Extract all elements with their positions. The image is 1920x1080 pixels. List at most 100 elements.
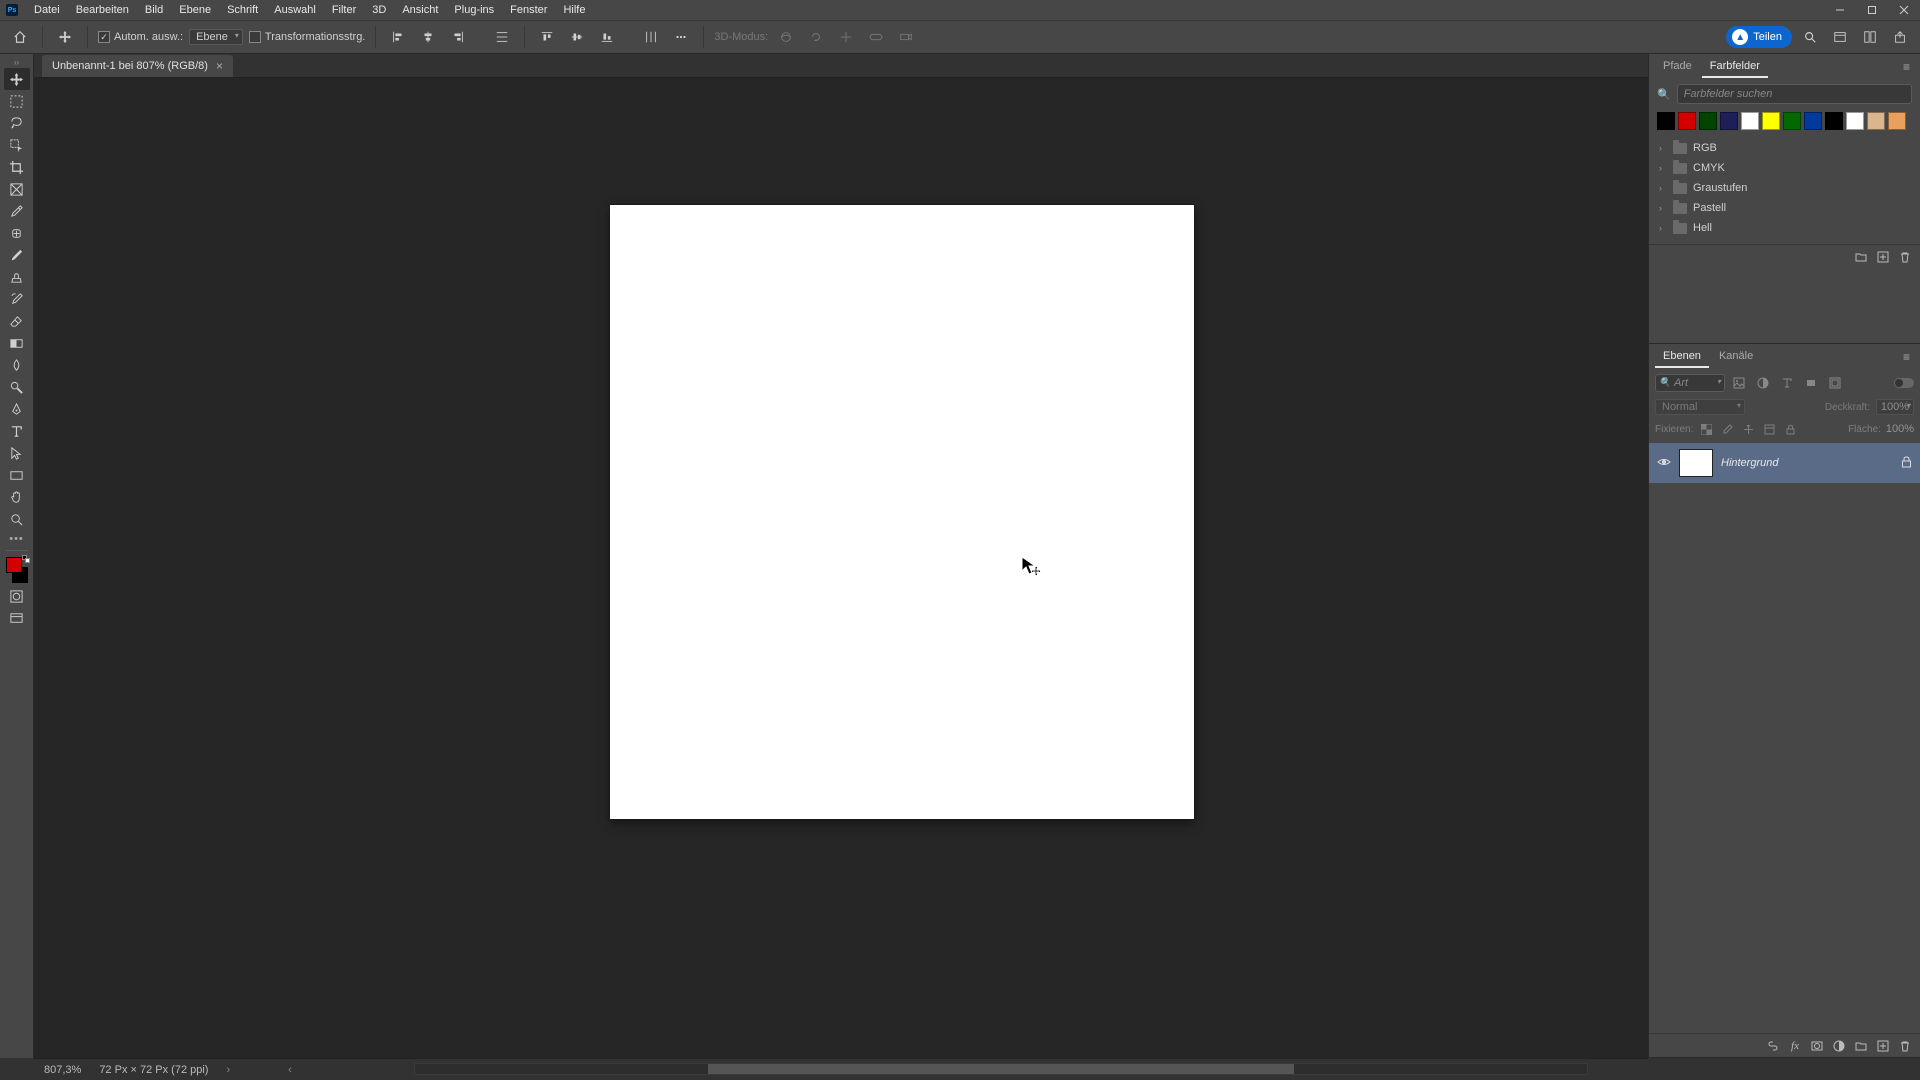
window-maximize-button[interactable]	[1856, 0, 1888, 20]
layer-mask-icon[interactable]	[1808, 1037, 1826, 1055]
menu-3d[interactable]: 3D	[364, 0, 394, 20]
panel-menu-icon[interactable]: ≡	[1899, 350, 1914, 364]
clone-stamp-tool[interactable]	[4, 266, 30, 288]
align-bottom-icon[interactable]	[595, 25, 619, 49]
lock-icon[interactable]	[1901, 456, 1912, 471]
filter-smart-icon[interactable]	[1825, 374, 1845, 392]
new-swatch-icon[interactable]	[1874, 248, 1892, 266]
swatch-chip[interactable]	[1804, 112, 1822, 130]
blend-mode-select[interactable]: Normal	[1655, 399, 1745, 415]
visibility-icon[interactable]	[1657, 457, 1671, 470]
swatch-folder[interactable]: ›CMYK	[1653, 158, 1916, 178]
menu-window[interactable]: Fenster	[502, 0, 555, 20]
color-swatches[interactable]	[4, 555, 30, 585]
swatch-chip[interactable]	[1825, 112, 1843, 130]
arrange-documents-icon[interactable]	[1828, 25, 1852, 49]
lock-artboard-icon[interactable]	[1761, 421, 1777, 437]
hand-tool[interactable]	[4, 486, 30, 508]
swatch-chip[interactable]	[1888, 112, 1906, 130]
lock-all-icon[interactable]	[1782, 421, 1798, 437]
document-info[interactable]: 72 Px × 72 Px (72 ppi)	[99, 1064, 208, 1076]
window-minimize-button[interactable]	[1824, 0, 1856, 20]
tab-swatches[interactable]: Farbfelder	[1702, 56, 1768, 78]
swatch-chip[interactable]	[1699, 112, 1717, 130]
tab-layers[interactable]: Ebenen	[1655, 346, 1709, 368]
move-tool[interactable]	[4, 68, 30, 90]
menu-layer[interactable]: Ebene	[171, 0, 219, 20]
trash-icon[interactable]	[1896, 248, 1914, 266]
healing-brush-tool[interactable]	[4, 222, 30, 244]
swatch-chip[interactable]	[1762, 112, 1780, 130]
align-top-icon[interactable]	[535, 25, 559, 49]
menu-view[interactable]: Ansicht	[394, 0, 446, 20]
dodge-tool[interactable]	[4, 376, 30, 398]
canvas[interactable]	[610, 205, 1194, 819]
menu-image[interactable]: Bild	[137, 0, 171, 20]
align-left-icon[interactable]	[386, 25, 410, 49]
swatch-folder[interactable]: ›Hell	[1653, 218, 1916, 238]
menu-plugins[interactable]: Plug-ins	[446, 0, 502, 20]
frame-tool[interactable]	[4, 178, 30, 200]
export-icon[interactable]	[1888, 25, 1912, 49]
scroll-left-icon[interactable]: ‹	[288, 1064, 292, 1076]
screen-mode-icon[interactable]	[4, 607, 30, 629]
link-layers-icon[interactable]	[1764, 1037, 1782, 1055]
menu-select[interactable]: Auswahl	[266, 0, 324, 20]
info-chevron-icon[interactable]: ›	[226, 1064, 230, 1076]
share-button[interactable]: ▲ Teilen	[1726, 26, 1792, 48]
brush-tool[interactable]	[4, 244, 30, 266]
swatch-chip[interactable]	[1720, 112, 1738, 130]
new-layer-icon[interactable]	[1874, 1037, 1892, 1055]
zoom-level[interactable]: 807,3%	[44, 1064, 81, 1076]
layer-fx-icon[interactable]: fx	[1786, 1037, 1804, 1055]
home-button[interactable]	[8, 25, 32, 49]
document-tab[interactable]: Unbenannt-1 bei 807% (RGB/8) ×	[42, 55, 233, 77]
eyedropper-tool[interactable]	[4, 200, 30, 222]
distribute-icon[interactable]	[490, 25, 514, 49]
path-select-tool[interactable]	[4, 442, 30, 464]
filter-toggle[interactable]	[1894, 378, 1914, 388]
window-close-button[interactable]	[1888, 0, 1920, 20]
transform-controls-checkbox[interactable]: Transformationsstrg.	[249, 31, 365, 43]
tab-paths[interactable]: Pfade	[1655, 56, 1700, 78]
quickmask-icon[interactable]	[4, 585, 30, 607]
swatch-folder[interactable]: ›RGB	[1653, 138, 1916, 158]
panel-menu-icon[interactable]: ≡	[1899, 60, 1914, 74]
swatch-chip[interactable]	[1846, 112, 1864, 130]
crop-tool[interactable]	[4, 156, 30, 178]
history-brush-tool[interactable]	[4, 288, 30, 310]
menu-filter[interactable]: Filter	[324, 0, 364, 20]
filter-adjust-icon[interactable]	[1753, 374, 1773, 392]
tab-channels[interactable]: Kanäle	[1711, 346, 1761, 368]
object-select-tool[interactable]	[4, 134, 30, 156]
layers-empty-area[interactable]	[1649, 483, 1920, 1033]
menu-type[interactable]: Schrift	[219, 0, 266, 20]
filter-pixel-icon[interactable]	[1729, 374, 1749, 392]
canvas-viewport[interactable]	[34, 78, 1648, 1058]
swatch-chip[interactable]	[1741, 112, 1759, 130]
horizontal-scrollbar[interactable]	[414, 1063, 1588, 1075]
swatch-folder[interactable]: ›Graustufen	[1653, 178, 1916, 198]
layer-row[interactable]: Hintergrund	[1649, 443, 1920, 483]
blur-tool[interactable]	[4, 354, 30, 376]
auto-select-target-select[interactable]: Ebene	[189, 29, 243, 45]
swatch-chip[interactable]	[1678, 112, 1696, 130]
toolbox-expand-icon[interactable]: ››	[0, 58, 33, 68]
pen-tool[interactable]	[4, 398, 30, 420]
distribute-v-icon[interactable]	[639, 25, 663, 49]
swatch-chip[interactable]	[1783, 112, 1801, 130]
more-align-icon[interactable]	[669, 25, 693, 49]
swatch-chip[interactable]	[1867, 112, 1885, 130]
opacity-input[interactable]: 100%	[1876, 399, 1914, 415]
menu-file[interactable]: Datei	[26, 0, 68, 20]
layer-name[interactable]: Hintergrund	[1721, 457, 1778, 469]
eraser-tool[interactable]	[4, 310, 30, 332]
filter-shape-icon[interactable]	[1801, 374, 1821, 392]
lasso-tool[interactable]	[4, 112, 30, 134]
search-icon[interactable]	[1798, 25, 1822, 49]
fill-input[interactable]: 100%	[1886, 423, 1914, 435]
align-right-icon[interactable]	[446, 25, 470, 49]
swatch-chip[interactable]	[1657, 112, 1675, 130]
zoom-tool[interactable]	[4, 508, 30, 530]
trash-icon[interactable]	[1896, 1037, 1914, 1055]
